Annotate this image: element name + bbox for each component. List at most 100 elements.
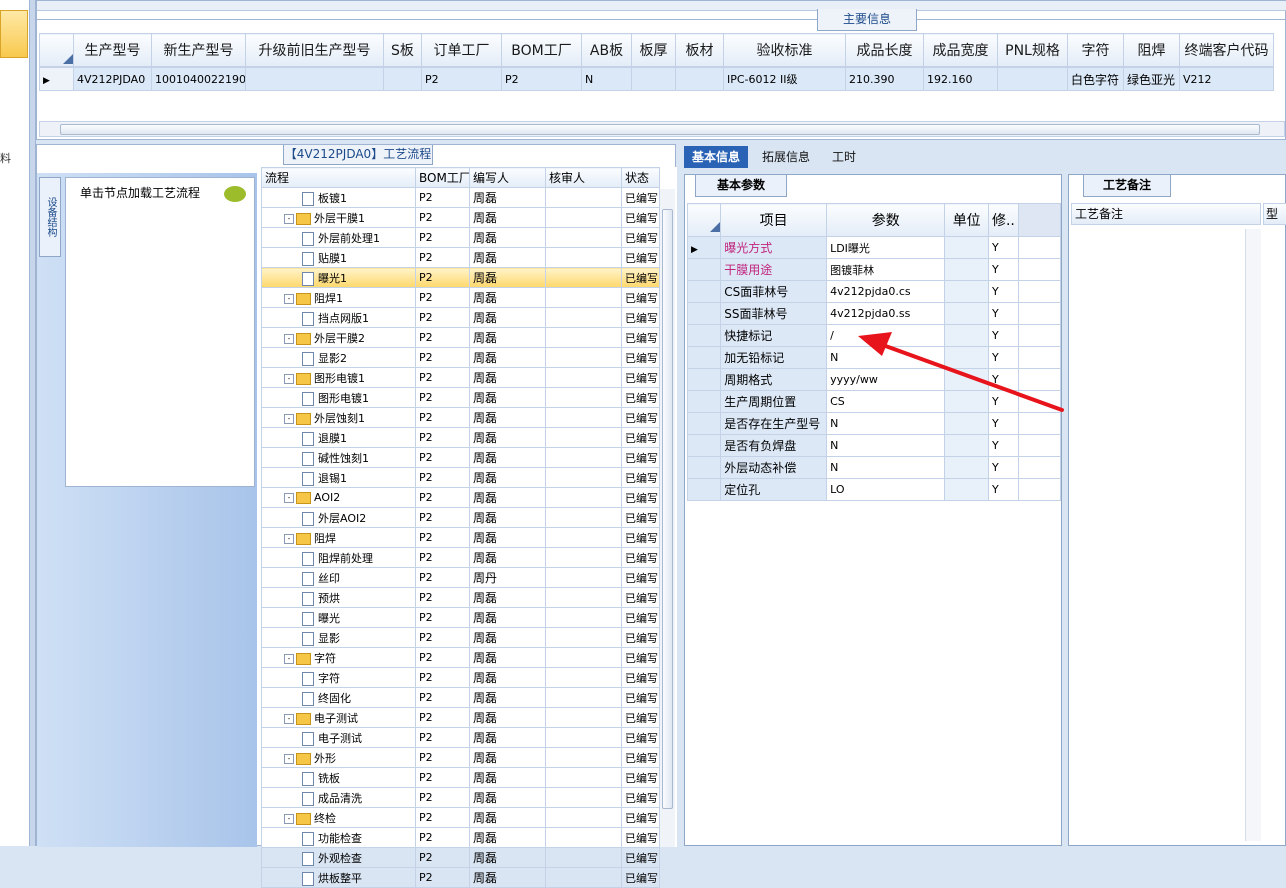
vertical-scrollbar[interactable] [1245, 229, 1261, 841]
tree-row[interactable]: 烘板整平 P2 周磊 已编写 [261, 867, 660, 888]
table-row[interactable]: 周期格式 yyyy/ww Y [686, 368, 1062, 391]
table-row[interactable]: 是否有负焊盘 N Y [686, 434, 1062, 457]
table-row[interactable]: ▶ 4V212PJDA0 10010400221902 P2 P2 N IPC-6012 I… [39, 67, 1274, 91]
table-row[interactable]: CS面菲林号 4v212pjda0.cs Y [686, 280, 1062, 303]
table-cell[interactable]: 绿色亚光 [1123, 67, 1180, 91]
tree-row[interactable]: 终固化 P2 周磊 已编写 [261, 687, 660, 708]
tab-extended-info[interactable]: 拓展信息 [754, 146, 818, 168]
tree-row[interactable]: 功能检查 P2 周磊 已编写 [261, 827, 660, 848]
collapse-icon[interactable]: - [284, 293, 294, 304]
table-cell[interactable]: IPC-6012 II级 [723, 67, 846, 91]
column-header[interactable]: 状态 [621, 167, 660, 188]
tree-row[interactable]: 成品清洗 P2 周磊 已编写 [261, 787, 660, 808]
tree-row[interactable]: 丝印 P2 周丹 已编写 [261, 567, 660, 588]
table-cell[interactable]: V212 [1179, 67, 1274, 91]
tree-row[interactable]: 贴膜1 P2 周磊 已编写 [261, 247, 660, 268]
table-cell[interactable] [631, 67, 676, 91]
collapse-icon[interactable]: - [284, 753, 294, 764]
row-indicator-icon[interactable] [686, 390, 722, 413]
vertical-tab-equipment[interactable]: 设备结构 [39, 177, 61, 257]
column-header[interactable]: 升级前旧生产型号 [245, 33, 384, 67]
table-cell[interactable]: 白色字符 [1067, 67, 1124, 91]
column-header[interactable]: BOM工厂 [415, 167, 470, 188]
horizontal-scrollbar[interactable] [39, 121, 1285, 137]
tree-row[interactable]: 阻焊前处理 P2 周磊 已编写 [261, 547, 660, 568]
collapse-icon[interactable]: - [284, 533, 294, 544]
table-cell[interactable] [997, 67, 1068, 91]
tree-row[interactable]: 电子测试 P2 周磊 已编写 [261, 727, 660, 748]
tree-row[interactable]: 板镀1 P2 周磊 已编写 [261, 187, 660, 208]
param-cell[interactable]: 4v212pjda0.cs [826, 280, 946, 303]
tree-row[interactable]: - 外层干膜1 P2 周磊 已编写 [261, 207, 660, 228]
column-header[interactable]: 成品长度 [845, 33, 924, 67]
collapse-icon[interactable]: - [284, 333, 294, 344]
column-header[interactable]: 核审人 [545, 167, 622, 188]
param-cell[interactable]: 4v212pjda0.ss [826, 302, 946, 325]
basic-params-tab[interactable]: 基本参数 [695, 175, 787, 197]
table-row[interactable]: ▶ 曝光方式 LDI曝光 Y [686, 236, 1062, 259]
table-row[interactable]: 外层动态补偿 N Y [686, 456, 1062, 479]
tree-row[interactable]: - 字符 P2 周磊 已编写 [261, 647, 660, 668]
tab-work-hours[interactable]: 工时 [824, 146, 864, 168]
tree-row[interactable]: - 电子测试 P2 周磊 已编写 [261, 707, 660, 728]
tree-row[interactable]: 外层AOI2 P2 周磊 已编写 [261, 507, 660, 528]
column-header[interactable]: 项目 [720, 203, 828, 237]
collapse-icon[interactable]: - [284, 373, 294, 384]
tree-row[interactable]: 字符 P2 周磊 已编写 [261, 667, 660, 688]
param-cell[interactable]: CS [826, 390, 946, 413]
column-header[interactable]: 修.. [987, 203, 1019, 237]
row-indicator-icon[interactable]: ▶ [39, 67, 74, 91]
column-header[interactable]: BOM工厂 [501, 33, 582, 67]
table-cell[interactable]: 10010400221902 [151, 67, 246, 91]
tree-row[interactable]: 图形电镀1 P2 周磊 已编写 [261, 387, 660, 408]
collapse-icon[interactable]: - [284, 813, 294, 824]
column-header[interactable]: 阻焊 [1123, 33, 1180, 67]
table-row[interactable]: 定位孔 LO Y [686, 478, 1062, 501]
table-row[interactable]: 干膜用途 图镀菲林 Y [686, 258, 1062, 281]
column-header[interactable]: 流程 [261, 167, 416, 188]
tree-row[interactable]: 外观检查 P2 周磊 已编写 [261, 847, 660, 868]
column-header[interactable]: 板材 [675, 33, 724, 67]
vertical-scrollbar[interactable] [659, 189, 675, 847]
param-cell[interactable]: 图镀菲林 [826, 258, 946, 281]
column-header[interactable]: 字符 [1067, 33, 1124, 67]
param-cell[interactable]: N [826, 412, 946, 435]
table-cell[interactable] [245, 67, 384, 91]
param-cell[interactable]: N [826, 456, 946, 479]
row-indicator-icon[interactable] [686, 280, 722, 303]
tree-row[interactable]: 铣板 P2 周磊 已编写 [261, 767, 660, 788]
scrollbar-thumb[interactable] [60, 124, 1260, 135]
table-cell[interactable]: 210.390 [845, 67, 924, 91]
column-header[interactable]: 生产型号 [73, 33, 152, 67]
table-row[interactable]: 生产周期位置 CS Y [686, 390, 1062, 413]
collapse-icon[interactable]: - [284, 713, 294, 724]
process-remark-tab[interactable]: 工艺备注 [1083, 175, 1171, 197]
tree-row[interactable]: 曝光1 P2 周磊 已编写 [261, 267, 660, 288]
row-indicator-icon[interactable] [686, 302, 722, 325]
column-header[interactable]: 新生产型号 [151, 33, 246, 67]
table-cell[interactable]: N [581, 67, 632, 91]
column-header[interactable]: 验收标准 [723, 33, 846, 67]
collapse-icon[interactable]: - [284, 493, 294, 503]
tree-row[interactable]: - 阻焊 P2 周磊 已编写 [261, 527, 660, 548]
table-row[interactable]: SS面菲林号 4v212pjda0.ss Y [686, 302, 1062, 325]
tree-row[interactable]: 曝光 P2 周磊 已编写 [261, 607, 660, 628]
table-cell[interactable]: P2 [421, 67, 502, 91]
tree-row[interactable]: 退膜1 P2 周磊 已编写 [261, 427, 660, 448]
left-nav-button[interactable] [0, 10, 28, 58]
param-cell[interactable]: N [826, 346, 946, 369]
param-cell[interactable]: LDI曝光 [826, 236, 946, 259]
tree-row[interactable]: - 图形电镀1 P2 周磊 已编写 [261, 367, 660, 388]
column-header[interactable]: 单位 [944, 203, 989, 237]
tree-row[interactable]: 外层前处理1 P2 周磊 已编写 [261, 227, 660, 248]
row-indicator-icon[interactable] [686, 258, 722, 281]
tree-row[interactable]: - AOI2 P2 周磊 已编写 [261, 487, 660, 508]
collapse-icon[interactable]: - [284, 213, 294, 224]
tree-row[interactable]: - 外层蚀刻1 P2 周磊 已编写 [261, 407, 660, 428]
row-indicator-icon[interactable] [686, 434, 722, 457]
tree-row[interactable]: 预烘 P2 周磊 已编写 [261, 587, 660, 608]
row-indicator-icon[interactable] [686, 368, 722, 391]
row-indicator-icon[interactable] [686, 324, 722, 347]
column-header[interactable]: 订单工厂 [421, 33, 502, 67]
scrollbar-thumb[interactable] [662, 209, 673, 809]
